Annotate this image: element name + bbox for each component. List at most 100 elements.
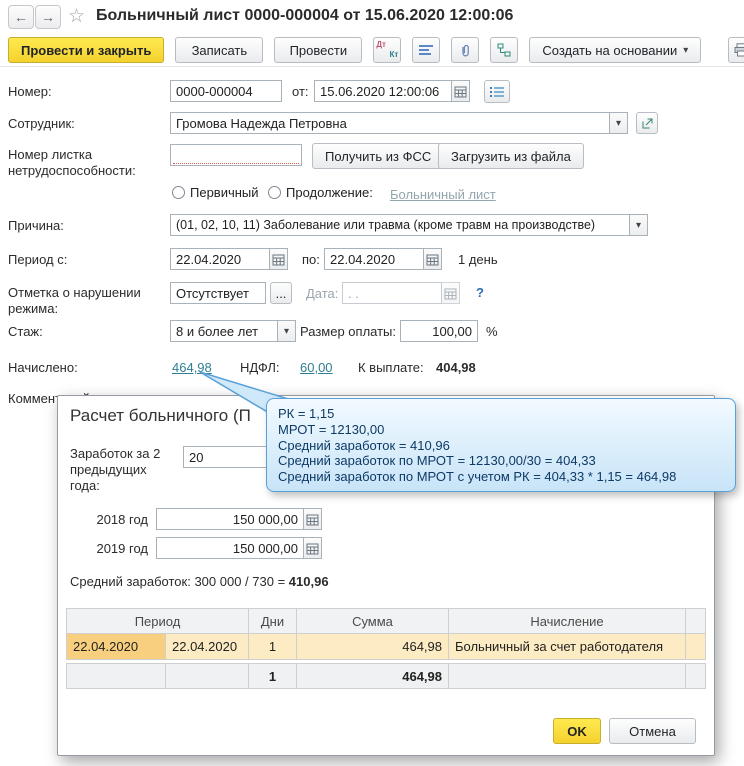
pay-rate-label: Размер оплаты:	[300, 324, 397, 339]
violation-date-calendar-button[interactable]	[442, 282, 460, 304]
tooltip-line: РК = 1,15	[278, 406, 335, 421]
year-2019-field[interactable]: 150 000,00	[156, 537, 304, 559]
page-title: Больничный лист 0000-000004 от 15.06.202…	[96, 7, 514, 24]
attachments-button[interactable]	[451, 37, 480, 63]
reason-field[interactable]: (01, 02, 10, 11) Заболевание или травма …	[170, 214, 630, 236]
chevron-down-icon: ▾	[615, 117, 622, 129]
debit-credit-button[interactable]: Дт Кт	[373, 37, 402, 63]
app-window: ← → ☆ Больничный лист 0000-000004 от 15.…	[0, 0, 744, 766]
debit-credit-icon: Дт Кт	[376, 40, 399, 59]
employee-field[interactable]: Громова Надежда Петровна	[170, 112, 610, 134]
toolbar: Провести и закрыть Записать Провести Дт К…	[0, 34, 744, 67]
sick-number-field[interactable]	[170, 144, 302, 166]
forward-arrow-icon: →	[41, 9, 55, 25]
violation-label: Отметка о нарушении режима:	[8, 285, 141, 316]
period-days-text: 1 день	[458, 252, 498, 267]
experience-label: Стаж:	[8, 324, 43, 339]
get-from-fss-button[interactable]: Получить из ФСС	[312, 143, 445, 169]
table-row: 22.04.2020 22.04.2020 1 464,98 Больничны…	[66, 634, 706, 660]
employee-open-button[interactable]	[636, 112, 658, 134]
write-button[interactable]: Записать	[175, 37, 264, 63]
year-2018-calculator-button[interactable]	[304, 508, 322, 530]
radio-continuation[interactable]: Продолжение:	[268, 185, 373, 200]
cancel-button[interactable]: Отмена	[609, 718, 696, 744]
document-date-field[interactable]: 15.06.2020 12:00:06	[314, 80, 452, 102]
related-documents-icon	[497, 43, 511, 57]
pay-rate-field[interactable]: 100,00	[400, 320, 478, 342]
ellipsis-icon: ...	[275, 285, 287, 301]
favorite-star-icon[interactable]: ☆	[68, 5, 85, 28]
post-button[interactable]: Провести	[274, 37, 363, 63]
violation-date-label: Дата:	[306, 286, 339, 301]
list-icon	[490, 86, 504, 97]
violation-field[interactable]: Отсутствует	[170, 282, 266, 304]
tooltip-line: Средний заработок по МРОТ = 12130,00/30 …	[278, 453, 596, 469]
tooltip-line: Средний заработок по МРОТ с учетом РК = …	[278, 469, 677, 485]
period-from-field[interactable]: 22.04.2020	[170, 248, 270, 270]
calendar-icon	[454, 86, 467, 97]
table-header-row: Период Дни Сумма Начисление	[66, 608, 706, 634]
radio-primary[interactable]: Первичный	[172, 185, 259, 200]
period-to-field[interactable]: 22.04.2020	[324, 248, 424, 270]
load-from-file-button[interactable]: Загрузить из файла	[438, 143, 584, 169]
table-total-row: 1 464,98	[66, 663, 706, 689]
sick-number-label: Номер листка нетрудоспособности:	[8, 147, 136, 178]
period-from-label: Период с:	[8, 252, 68, 267]
year-2018-field[interactable]: 150 000,00	[156, 508, 304, 530]
printer-icon	[734, 43, 744, 57]
experience-dropdown-button[interactable]: ▾	[278, 320, 296, 342]
header-spacer	[686, 608, 706, 634]
create-based-on-button[interactable]: Создать на основании ▾	[529, 37, 702, 63]
cell-period-from[interactable]: 22.04.2020	[66, 634, 166, 660]
employee-label: Сотрудник:	[8, 116, 75, 131]
paperclip-icon	[462, 44, 469, 56]
period-from-calendar-button[interactable]	[270, 248, 288, 270]
cell-sum[interactable]: 464,98	[297, 634, 449, 660]
related-documents-button[interactable]	[490, 37, 519, 63]
open-icon	[642, 118, 652, 128]
calendar-icon	[272, 254, 285, 265]
radio-unselected-icon	[268, 186, 281, 199]
period-to-calendar-button[interactable]	[424, 248, 442, 270]
date-from-label: от:	[292, 84, 309, 99]
post-and-close-button[interactable]: Провести и закрыть	[8, 37, 165, 63]
employee-dropdown-button[interactable]: ▾	[610, 112, 628, 134]
number-field[interactable]: 0000-000004	[170, 80, 282, 102]
back-arrow-icon: ←	[14, 9, 28, 25]
document-date-calendar-button[interactable]	[452, 80, 470, 102]
experience-field[interactable]: 8 и более лет	[170, 320, 278, 342]
payout-label: К выплате:	[358, 360, 424, 375]
required-underline	[173, 163, 299, 164]
help-link[interactable]: ?	[476, 285, 484, 300]
cell-accrual[interactable]: Больничный за счет работодателя	[449, 634, 686, 660]
accruals-table: Период Дни Сумма Начисление 22.04.2020 2…	[66, 608, 706, 689]
reason-dropdown-button[interactable]: ▾	[630, 214, 648, 236]
ok-button[interactable]: OK	[553, 718, 601, 744]
year-2019-calculator-button[interactable]	[304, 537, 322, 559]
cell-days[interactable]: 1	[249, 634, 297, 660]
report-button[interactable]	[412, 37, 441, 63]
violation-date-field[interactable]: . .	[342, 282, 442, 304]
period-to-label: по:	[302, 252, 320, 267]
payout-value: 404,98	[436, 360, 476, 375]
radio-selected-icon	[172, 186, 185, 199]
percent-sign: %	[486, 324, 498, 339]
earnings-label: Заработок за 2 предыдущих года:	[70, 446, 161, 493]
calendar-icon	[426, 254, 439, 265]
reason-label: Причина:	[8, 218, 64, 233]
average-earnings-value: 410,96	[288, 574, 329, 589]
document-history-button[interactable]	[484, 80, 510, 103]
forward-button[interactable]: →	[35, 5, 61, 29]
violation-choose-button[interactable]: ...	[270, 282, 292, 304]
report-lines-icon	[419, 45, 434, 55]
sick-list-link[interactable]: Больничный лист	[390, 187, 496, 202]
radio-primary-label: Первичный	[190, 185, 259, 200]
calculator-icon	[306, 514, 319, 525]
back-button[interactable]: ←	[8, 5, 34, 29]
print-button[interactable]	[728, 37, 744, 63]
total-days: 1	[249, 663, 297, 689]
calculation-tooltip: РК = 1,15 МРОТ = 12130,00 Средний зарабо…	[266, 398, 736, 492]
cell-period-to[interactable]: 22.04.2020	[166, 634, 249, 660]
total-sum: 464,98	[297, 663, 449, 689]
year-2018-label: 2018 год	[96, 512, 148, 527]
